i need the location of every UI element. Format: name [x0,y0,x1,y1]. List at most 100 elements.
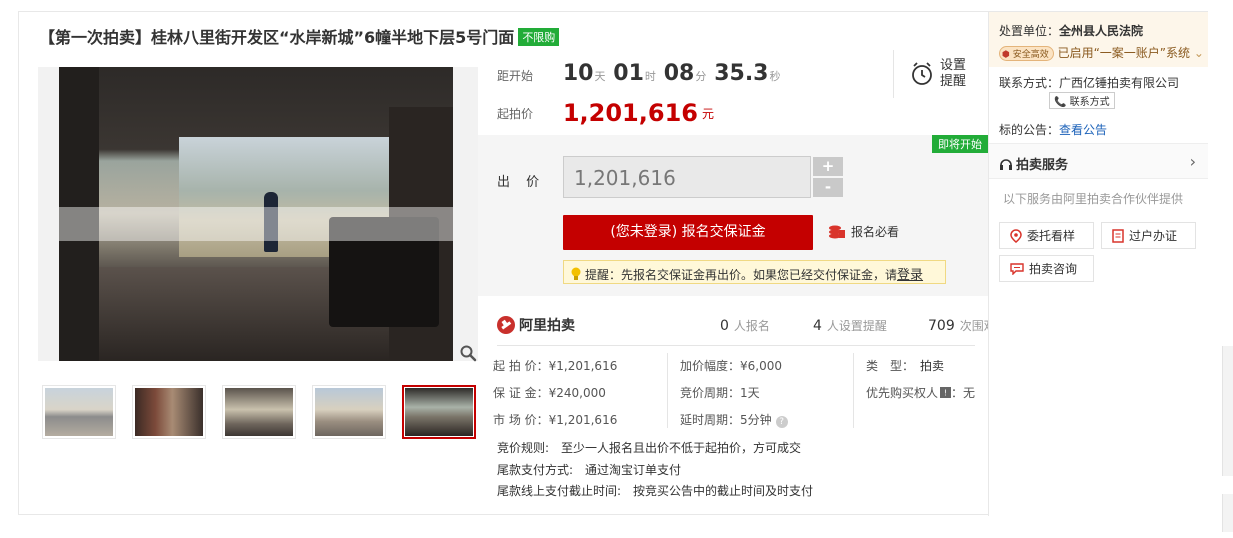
account-row[interactable]: ⬢ 安全高效 已启用“一案一账户”系统 ⌄ [999,44,1204,61]
coins-icon [829,225,845,238]
service-title-label: 拍卖服务 [1016,158,1069,173]
signup-deposit-button[interactable]: (您未登录) 报名交保证金 [563,215,813,250]
deadline-value: 按竞买公告中的截止时间及时支付 [633,484,814,498]
set-reminder-button[interactable]: 设置提醒 [910,58,966,90]
priority-value: ：无 [951,386,976,400]
countdown-label: 距开始 [497,69,534,83]
side-toolbar[interactable] [1222,346,1233,476]
title-text: 【第一次拍卖】桂林八里街开发区“水岸新城”6幢半地下层5号门面 [39,28,515,47]
chat-bubble-icon [1010,262,1024,275]
thumbnail-strip [42,385,482,439]
chevron-down-icon: ⌄ [1190,46,1204,60]
start-price-unit: 元 [701,107,714,121]
court-value: 全州县人民法院 [1059,24,1144,38]
ali-auction-label: 阿里拍卖 [519,318,575,334]
main-photo[interactable] [38,67,478,362]
auction-card: 【第一次拍卖】桂林八里街开发区“水岸新城”6幢半地下层5号门面 不限购 距开始 1… [18,11,1208,516]
deadline-label: 尾款线上支付截止时间: [497,484,622,498]
court-row: 处置单位：全州县人民法院 [999,22,1143,39]
zoom-icon[interactable] [459,344,477,362]
divider [497,345,975,346]
service-title: 拍卖服务 [999,154,1068,173]
rule-label: 竞价规则: [497,441,550,455]
signups-label: 人报名 [733,319,770,333]
contact-button-label: 联系方式 [1069,97,1110,108]
info-market-price: 市 场 价：¥1,201,616 [493,413,618,427]
ali-auction-logo-icon [497,316,515,334]
priority-label: 优先购买权人 [866,386,939,400]
court-label: 处置单位： [999,24,1060,38]
reminders-count: 4 [813,318,822,334]
location-pin-icon [1010,228,1022,243]
tip-login-link[interactable]: 登录 [897,268,923,283]
must-read-link[interactable]: 报名必看 [828,223,899,240]
transfer-button[interactable]: 过户办证 [1101,222,1196,249]
countdown: 距开始 10天 01时 08分 35.3秒 [497,61,784,86]
alarm-clock-icon [912,62,932,85]
rule-payment: 尾款支付方式: 通过淘宝订单支付 [497,461,681,478]
headset-icon [1000,158,1012,170]
type-label: 类 型： [866,359,915,373]
thumbnail[interactable] [42,385,116,439]
info-badge-icon[interactable]: ! [940,387,952,398]
info-start-price: 起 拍 价：¥1,201,616 [493,359,618,373]
tip-text: 提醒：先报名交保证金再出价。如果您已经交付保证金，请 [585,268,898,282]
bid-section: 距开始 10天 01时 08分 35.3秒 设置提醒 起拍价 1,201,616… [478,12,996,516]
transfer-label: 过户办证 [1129,229,1178,243]
phone-icon: 📞 [1054,97,1067,108]
contact-value: 广西亿锤拍卖有限公司 [1059,76,1180,90]
help-icon[interactable]: ? [775,416,788,428]
must-read-label: 报名必看 [851,225,900,239]
service-note: 以下服务由阿里拍卖合作伙伴提供 [1003,192,1184,206]
certificate-icon [1112,228,1124,243]
ali-auction-brand: 阿里拍卖 [497,315,575,335]
hours-unit: 时 [644,70,656,83]
column-divider [853,353,854,428]
info-cycle: 竞价周期：1天 [680,386,760,400]
info-type: 类 型： 拍卖 [866,357,944,374]
bid-panel: 即将开始 出 价 1,201,616 + - (您未登录) 报名交保证金 报名必… [478,135,988,296]
minutes-unit: 分 [695,70,707,83]
days-unit: 天 [594,70,606,83]
account-text: 已启用“一案一账户”系统 [1057,46,1191,60]
service-header[interactable]: 拍卖服务 › [989,143,1208,179]
notice-label: 标的公告： [999,123,1060,137]
side-toolbar[interactable] [1222,494,1233,532]
svg-text:!: ! [944,389,947,398]
contact-row: 联系方式：广西亿锤拍卖有限公司 [999,74,1179,91]
thumbnail[interactable] [132,385,206,439]
bid-minus-button[interactable]: - [813,178,843,197]
bid-input[interactable]: 1,201,616 [563,156,811,198]
views-count: 709 [928,318,955,334]
stat-views: 709 次围观 [928,317,996,334]
notice-row: 标的公告：查看公告 [999,121,1107,138]
reminders-label: 人设置提醒 [826,319,887,333]
countdown-hours: 01 [613,61,644,86]
delay-text: 延时周期：5分钟 [680,413,772,427]
thumbnail[interactable] [222,385,296,439]
bid-tip: 提醒：先报名交保证金再出价。如果您已经交付保证金，请登录 [563,260,946,284]
notice-link[interactable]: 查看公告 [1059,123,1107,137]
remind-divider [893,50,894,98]
stat-signups: 0 人报名 [720,317,770,334]
contact-button[interactable]: 📞 联系方式 [1049,92,1115,109]
chevron-right-icon: › [1189,152,1196,171]
thumbnail-selected[interactable] [402,385,476,439]
right-sidebar: 处置单位：全州县人民法院 ⬢ 安全高效 已启用“一案一账户”系统 ⌄ 联系方式：… [988,12,1208,516]
bid-plus-button[interactable]: + [813,157,843,176]
seconds-unit: 秒 [769,70,781,83]
consult-button[interactable]: 拍卖咨询 [999,255,1094,282]
stats-line: 阿里拍卖 0 人报名 4 人设置提醒 709 次围观 [497,313,996,339]
pay-value: 通过淘宝订单支付 [585,463,682,477]
type-value: 拍卖 [920,359,945,373]
thumbnail[interactable] [312,385,386,439]
pay-label: 尾款支付方式: [497,463,574,477]
rule-value: 至少一人报名且出价不低于起拍价，方可成交 [561,441,802,455]
countdown-seconds: 35.3 [714,61,769,86]
countdown-days: 10 [562,61,594,86]
entrust-viewing-button[interactable]: 委托看样 [999,222,1094,249]
consult-label: 拍卖咨询 [1029,262,1078,276]
start-price: 起拍价 1,201,616 元 [497,99,714,127]
photo-watermark [59,207,453,241]
main-photo-image[interactable] [59,67,453,361]
